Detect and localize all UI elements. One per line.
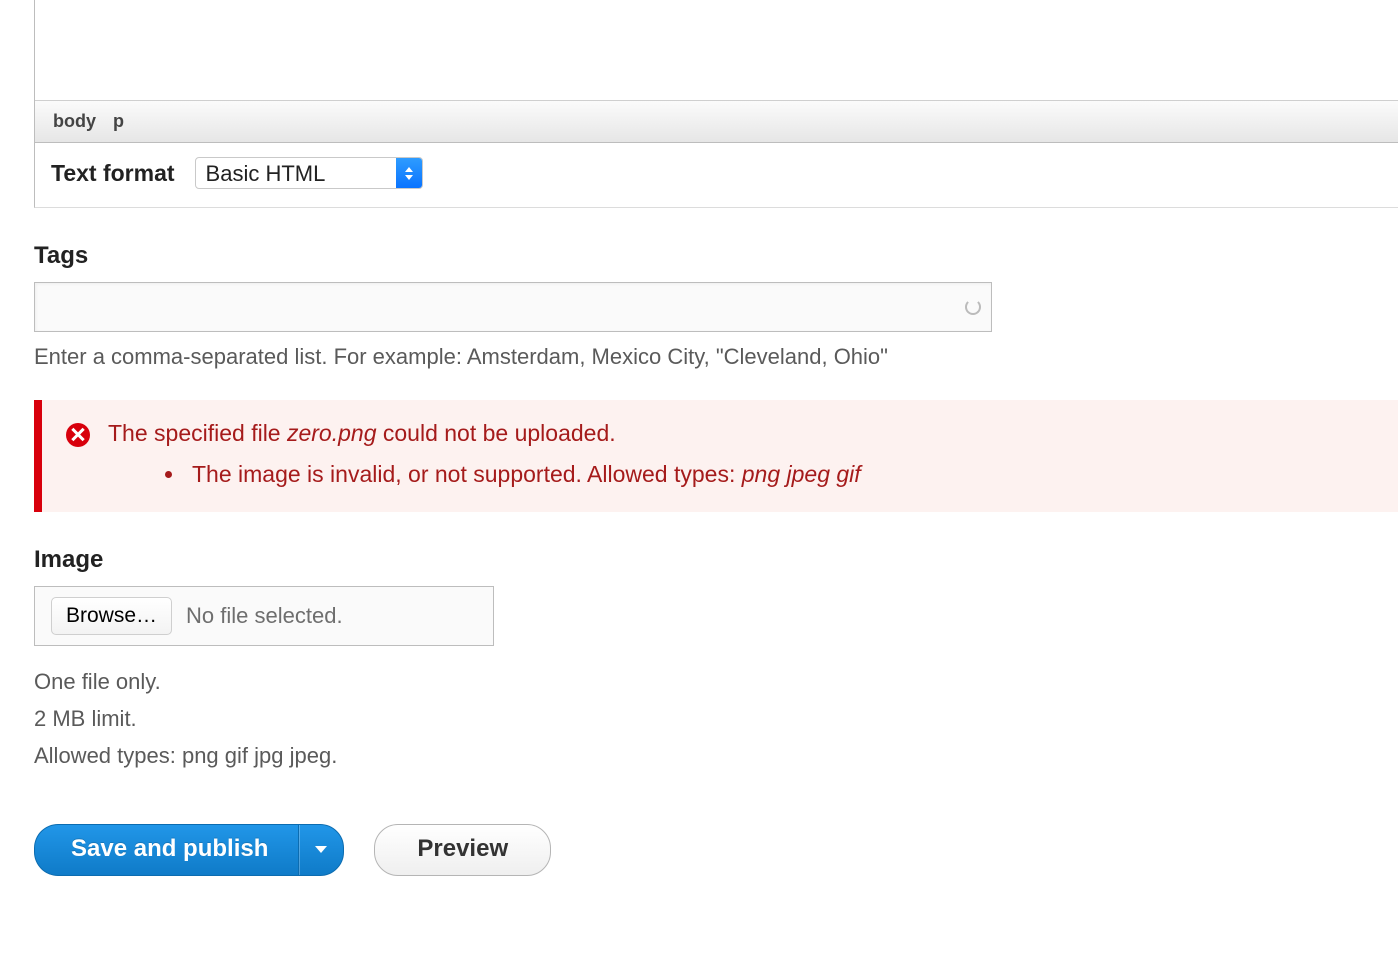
- browse-button[interactable]: Browse…: [51, 597, 172, 635]
- error-text: The specified file zero.png could not be…: [108, 420, 616, 447]
- select-chevron-icon: [396, 158, 422, 188]
- autocomplete-throbber-icon: [965, 299, 981, 315]
- error-suffix: could not be uploaded.: [377, 420, 616, 446]
- tags-field: Tags Enter a comma-separated list. For e…: [34, 242, 1398, 370]
- file-input[interactable]: Browse… No file selected.: [34, 586, 494, 646]
- error-detail: The image is invalid, or not supported. …: [186, 461, 1372, 488]
- file-hint-types: Allowed types: png gif jpg jpeg.: [34, 738, 1398, 773]
- text-format-selected: Basic HTML: [196, 158, 396, 188]
- file-hint-limit: One file only.: [34, 664, 1398, 699]
- text-format-bar: Text format Basic HTML: [34, 143, 1398, 208]
- save-publish-dropdown[interactable]: [298, 824, 344, 876]
- editor-path-segment[interactable]: body: [53, 111, 96, 131]
- editor-content-area[interactable]: [35, 0, 1398, 100]
- error-detail-types: png jpeg gif: [742, 461, 861, 487]
- error-icon: [66, 423, 90, 447]
- text-format-label: Text format: [51, 160, 175, 187]
- file-hints: One file only. 2 MB limit. Allowed types…: [34, 664, 1398, 774]
- form-actions: Save and publish Preview: [34, 824, 1398, 876]
- error-detail-text: The image is invalid, or not supported. …: [192, 461, 742, 487]
- image-label: Image: [34, 546, 1398, 574]
- error-prefix: The specified file: [108, 420, 287, 446]
- upload-error-message: The specified file zero.png could not be…: [34, 400, 1398, 512]
- image-field: Image Browse… No file selected. One file…: [34, 546, 1398, 774]
- save-publish-button[interactable]: Save and publish: [34, 824, 298, 876]
- editor-path-segment[interactable]: p: [113, 111, 124, 131]
- preview-button[interactable]: Preview: [374, 824, 551, 876]
- tags-label: Tags: [34, 242, 1398, 270]
- save-publish-group: Save and publish: [34, 824, 344, 876]
- rich-text-editor[interactable]: body p: [34, 0, 1398, 143]
- editor-element-path: body p: [35, 100, 1398, 142]
- text-format-select[interactable]: Basic HTML: [195, 157, 423, 189]
- file-hint-size: 2 MB limit.: [34, 701, 1398, 736]
- error-filename: zero.png: [287, 420, 377, 446]
- tags-help-text: Enter a comma-separated list. For exampl…: [34, 344, 1398, 370]
- tags-input[interactable]: [34, 282, 992, 332]
- no-file-text: No file selected.: [186, 603, 343, 629]
